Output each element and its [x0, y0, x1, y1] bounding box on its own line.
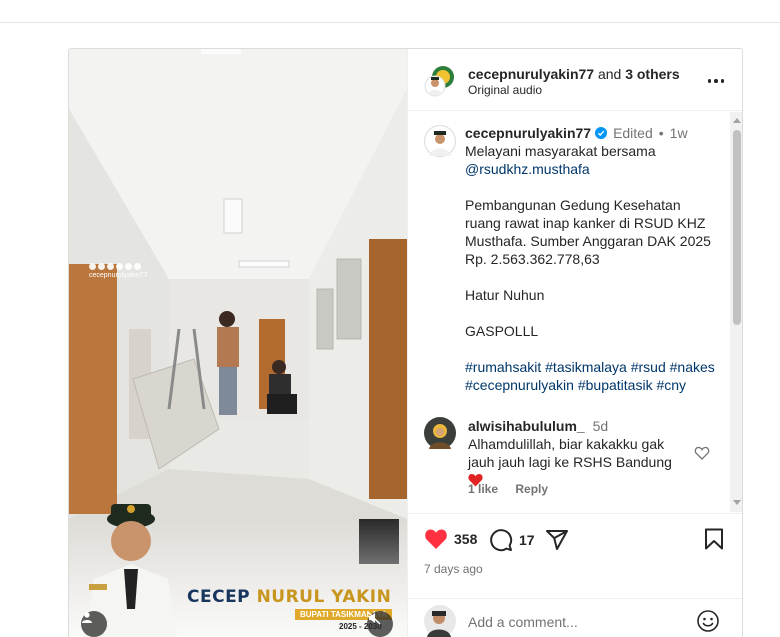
- others-link[interactable]: 3 others: [625, 66, 679, 82]
- share-icon: [546, 530, 568, 550]
- top-navigation-strip: [0, 0, 780, 23]
- commenter-username[interactable]: alwisihabululum_: [468, 418, 585, 434]
- hashtags-line[interactable]: #cecepnurulyakin #bupatitasik #cny: [465, 376, 727, 394]
- watermark: cecepnurulyakin77: [89, 263, 147, 279]
- scroll-down-arrow-icon[interactable]: [733, 500, 741, 505]
- verified-icon: [595, 127, 608, 139]
- mute-icon: [367, 611, 381, 625]
- comment-header: alwisihabululum_ 5d: [468, 417, 608, 435]
- caption-line: Hatur Nuhun: [465, 287, 545, 303]
- collab-avatar[interactable]: [424, 65, 456, 97]
- caption-author-avatar[interactable]: [424, 125, 456, 157]
- post-header: cecepnurulyakin77 and 3 others Original …: [408, 49, 742, 111]
- caption-blank-line: [465, 340, 727, 358]
- like-button[interactable]: 358: [424, 528, 477, 550]
- caption-text: Melayani masyarakat bersama @rsudkhz.mus…: [465, 142, 727, 394]
- social-icons: [89, 263, 147, 270]
- comments-scrollbar[interactable]: [730, 112, 742, 512]
- caption-blank-line: [465, 178, 727, 196]
- mute-button[interactable]: [367, 611, 393, 637]
- comment-body: Alhamdulillah, biar kakakku gak jauh jau…: [468, 436, 672, 470]
- comment-icon: [490, 529, 513, 552]
- hashtags-line[interactable]: #rumahsakit #tasikmalaya #rsud #nakes: [465, 358, 727, 376]
- comment-age[interactable]: 5d: [593, 418, 609, 434]
- post-modal: cecepnurulyakin77 CECEP NURUL YAKIN BUPA…: [68, 48, 743, 637]
- likes-count[interactable]: 358: [454, 531, 477, 547]
- user-tag-icon: [82, 612, 92, 623]
- scroll-up-arrow-icon[interactable]: [733, 118, 741, 123]
- caption-line: ruang rawat inap kanker di RSUD KHZ: [465, 215, 706, 231]
- author-username[interactable]: cecepnurulyakin77: [468, 66, 594, 82]
- post-actions: 358 17 7 days ago: [408, 513, 742, 598]
- caption-blank-line: [465, 268, 727, 286]
- caption-line: Rp. 2.563.362.778,63: [465, 251, 600, 267]
- watermark-handle: cecepnurulyakin77: [89, 272, 148, 279]
- banner-name-last: NURUL YAKIN: [256, 587, 392, 607]
- caption-header: cecepnurulyakin77 Edited • 1w: [465, 124, 688, 142]
- post-side-panel: cecepnurulyakin77 and 3 others Original …: [407, 49, 742, 637]
- more-options-button[interactable]: [704, 71, 728, 91]
- commenter-avatar[interactable]: [424, 417, 456, 449]
- meta-separator: •: [658, 125, 664, 141]
- scroll-thumb[interactable]: [733, 130, 741, 325]
- add-comment-input[interactable]: [468, 611, 688, 633]
- mention-link[interactable]: @rsudkhz.musthafa: [465, 160, 727, 178]
- emoji-icon[interactable]: [696, 609, 720, 633]
- comments-section: cecepnurulyakin77 Edited • 1w Melayani m…: [408, 112, 742, 512]
- comment-likes-count[interactable]: 1 like: [468, 482, 498, 496]
- caption-line: Melayani masyarakat bersama: [465, 143, 656, 159]
- caption-line: Pembangunan Gedung Kesehatan: [465, 197, 681, 213]
- and-text: and: [597, 66, 622, 82]
- post-timestamp[interactable]: 7 days ago: [424, 562, 483, 576]
- caption-line: Musthafa. Sumber Anggaran DAK 2025: [465, 233, 711, 249]
- caption-line: GASPOLLL: [465, 323, 539, 339]
- bookmark-icon: [705, 528, 723, 550]
- banner-name-first: CECEP: [187, 587, 251, 607]
- add-comment-bar: [408, 598, 742, 637]
- tagged-users-button[interactable]: [81, 611, 107, 637]
- banner-name: CECEP NURUL YAKIN: [187, 587, 391, 607]
- more-icon: [707, 79, 712, 83]
- reel-video-frame: [69, 49, 407, 637]
- caption-age[interactable]: 1w: [670, 124, 688, 142]
- audio-link[interactable]: Original audio: [468, 83, 542, 97]
- caption-username[interactable]: cecepnurulyakin77: [465, 124, 591, 142]
- comments-count: 17: [519, 532, 535, 548]
- post-authors: cecepnurulyakin77 and 3 others: [468, 65, 680, 83]
- reply-button[interactable]: Reply: [515, 482, 548, 496]
- comment-like-icon[interactable]: [694, 445, 710, 461]
- save-button[interactable]: [704, 528, 724, 550]
- comment-actions: 1 like Reply: [468, 482, 562, 496]
- comment-text: Alhamdulillah, biar kakakku gak jauh jau…: [468, 435, 688, 489]
- heart-icon: [425, 529, 447, 549]
- edited-label: Edited: [613, 125, 653, 141]
- share-button[interactable]: [545, 528, 569, 552]
- reel-video[interactable]: cecepnurulyakin77 CECEP NURUL YAKIN BUPA…: [69, 49, 407, 637]
- viewer-avatar: [424, 605, 456, 637]
- comment-button[interactable]: 17: [489, 528, 535, 552]
- caption-blank-line: [465, 304, 727, 322]
